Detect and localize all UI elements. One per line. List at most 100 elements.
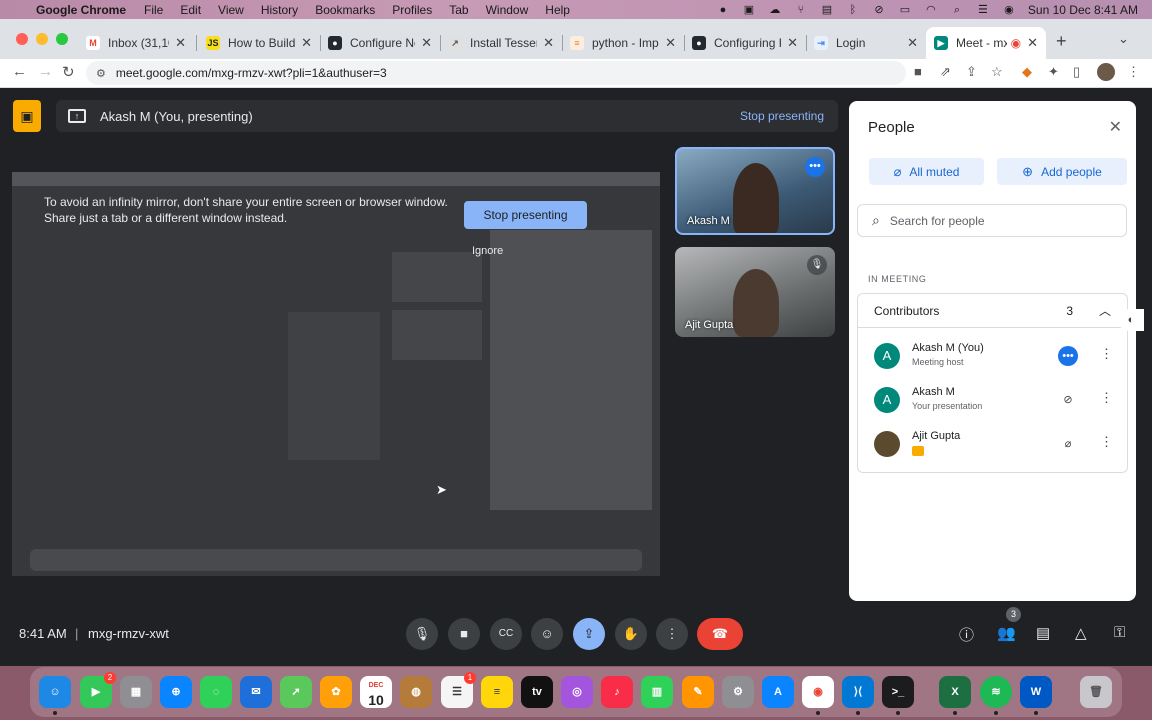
control-center-icon[interactable]: ☰ [976, 4, 990, 16]
webex-icon[interactable]: W [1020, 676, 1052, 708]
search-icon[interactable]: ⌕ [950, 4, 964, 16]
all-muted-button[interactable]: ⌀ All muted [869, 158, 984, 185]
add-people-button[interactable]: ⊕ Add people [997, 158, 1127, 185]
camera-in-use-icon[interactable]: ■ [914, 64, 922, 79]
kebab-menu-icon[interactable]: ⋮ [1100, 390, 1113, 406]
mic-off-icon[interactable]: ⌀ [1058, 434, 1078, 454]
kebab-menu-icon[interactable]: ⋮ [1100, 434, 1113, 450]
close-icon[interactable]: ✕ [787, 35, 798, 51]
meeting-details-icon[interactable]: ⓘ [959, 624, 974, 645]
cloud-icon[interactable]: ☁ [768, 4, 782, 16]
chrome-icon[interactable]: ◉ [802, 676, 834, 708]
close-icon[interactable]: ✕ [665, 35, 676, 51]
more-options-icon[interactable]: ••• [1058, 346, 1078, 366]
menu-profiles[interactable]: Profiles [392, 3, 432, 17]
tab-login[interactable]: ⇥ Login ✕ [806, 27, 926, 59]
people-icon[interactable]: 👥 [997, 624, 1016, 642]
microphone-button[interactable]: 🎙 [406, 618, 438, 650]
companion-extension-icon[interactable]: ◐ [1118, 309, 1144, 331]
screen-share-status-icon[interactable]: ▣ [742, 4, 756, 16]
chevron-up-icon[interactable]: ︿ [1099, 302, 1111, 319]
forward-icon[interactable]: → [38, 63, 53, 80]
more-options-icon[interactable]: ••• [805, 157, 825, 177]
share-icon[interactable]: ⇪ [966, 64, 977, 80]
ignore-button[interactable]: Ignore [472, 245, 503, 257]
finder-icon[interactable]: ☺ [39, 676, 71, 708]
contacts-icon[interactable]: ◍ [400, 676, 432, 708]
menu-history[interactable]: History [261, 3, 298, 17]
spotify-icon[interactable]: ≋ [980, 676, 1012, 708]
menu-view[interactable]: View [218, 3, 244, 17]
trash-icon[interactable]: 🗑 [1080, 676, 1112, 708]
safari-icon[interactable]: ⊕ [160, 676, 192, 708]
more-menu-icon[interactable]: ⋮ [1127, 64, 1140, 80]
close-window-button[interactable] [16, 33, 28, 45]
menubar-clock[interactable]: Sun 10 Dec 8:41 AM [1028, 3, 1138, 17]
leave-call-button[interactable]: ☎ [697, 618, 743, 650]
tab-configuring[interactable]: ● Configuring Fr ✕ [684, 27, 806, 59]
menu-edit[interactable]: Edit [180, 3, 201, 17]
siri-icon[interactable]: ◉ [1002, 4, 1016, 16]
extensions-puzzle-icon[interactable]: ✦ [1048, 64, 1059, 80]
reload-icon[interactable]: ↻ [62, 63, 75, 81]
close-icon[interactable]: ✕ [1027, 35, 1038, 51]
zoom-window-button[interactable] [56, 33, 68, 45]
menu-file[interactable]: File [144, 3, 163, 17]
close-icon[interactable]: ✕ [1109, 117, 1122, 137]
numbers-icon[interactable]: ▥ [641, 676, 673, 708]
menu-tab[interactable]: Tab [449, 3, 468, 17]
open-external-icon[interactable]: ⇗ [940, 64, 951, 80]
notes-icon[interactable]: ≡ [481, 676, 513, 708]
wifi-icon[interactable]: ◠ [924, 4, 938, 16]
tab-python-import[interactable]: ≡ python - Impor ✕ [562, 27, 684, 59]
calendar-icon[interactable]: DEC 10 [360, 676, 392, 708]
tab-how-to-build[interactable]: JS How to Build R ✕ [198, 27, 320, 59]
tab-meet[interactable]: ▶ Meet - mx ◉ ✕ [926, 27, 1046, 59]
maps-icon[interactable]: ➚ [280, 676, 312, 708]
more-options-button[interactable]: ⋮ [656, 618, 688, 650]
record-icon[interactable]: ● [716, 4, 730, 16]
raise-hand-button[interactable]: ✋ [615, 618, 647, 650]
side-panel-icon[interactable]: ▯ [1073, 64, 1080, 80]
camera-button[interactable]: ■ [448, 618, 480, 650]
metamask-extension-icon[interactable]: ◆ [1022, 64, 1032, 80]
close-icon[interactable]: ✕ [421, 35, 432, 51]
vscode-icon[interactable]: ⟩⟨ [842, 676, 874, 708]
music-icon[interactable]: ♪ [601, 676, 633, 708]
bluetooth-icon[interactable]: ᛒ [846, 4, 860, 16]
emoji-button[interactable]: ☺ [531, 618, 563, 650]
chevron-down-icon[interactable]: ⌄ [1118, 31, 1129, 47]
battery-icon[interactable]: ▭ [898, 4, 912, 16]
tab-install-tesseract[interactable]: ↗ Install Tessera ✕ [440, 27, 562, 59]
close-icon[interactable]: ✕ [543, 35, 554, 51]
back-icon[interactable]: ← [12, 63, 27, 80]
terminal-icon[interactable]: >_ [882, 676, 914, 708]
menu-window[interactable]: Window [486, 3, 529, 17]
search-people-input[interactable]: ⌕ Search for people [857, 204, 1127, 237]
kebab-menu-icon[interactable]: ⋮ [1100, 346, 1113, 362]
system-settings-icon[interactable]: ⚙ [722, 676, 754, 708]
banner-stop-presenting-link[interactable]: Stop presenting [740, 109, 824, 123]
close-icon[interactable]: ✕ [907, 35, 918, 51]
profile-avatar[interactable] [1097, 63, 1115, 81]
menu-bookmarks[interactable]: Bookmarks [315, 3, 375, 17]
video-tile-ajit[interactable]: 🎙 Ajit Gupta [675, 247, 835, 337]
launchpad-icon[interactable]: ▦ [120, 676, 152, 708]
minimize-window-button[interactable] [36, 33, 48, 45]
pages-icon[interactable]: ✎ [682, 676, 714, 708]
podcasts-icon[interactable]: ◎ [561, 676, 593, 708]
present-now-button[interactable]: ⇪ [573, 618, 605, 650]
activities-icon[interactable]: △ [1075, 624, 1087, 642]
contributors-header[interactable]: Contributors 3 ︿ [858, 294, 1127, 328]
captions-button[interactable]: CC [490, 618, 522, 650]
close-icon[interactable]: ✕ [301, 35, 312, 51]
new-tab-icon[interactable]: + [1056, 31, 1067, 52]
photos-icon[interactable]: ✿ [320, 676, 352, 708]
messages-icon[interactable]: ◌ [200, 676, 232, 708]
meeting-code[interactable]: mxg-rmzv-xwt [88, 626, 169, 641]
chat-icon[interactable]: ▤ [1036, 624, 1050, 642]
stop-presenting-button[interactable]: Stop presenting [464, 201, 587, 229]
menu-help[interactable]: Help [545, 3, 570, 17]
address-bar[interactable]: ⚙ meet.google.com/mxg-rmzv-xwt?pli=1&aut… [86, 61, 906, 85]
host-controls-icon[interactable]: ⚿ [1114, 624, 1125, 641]
